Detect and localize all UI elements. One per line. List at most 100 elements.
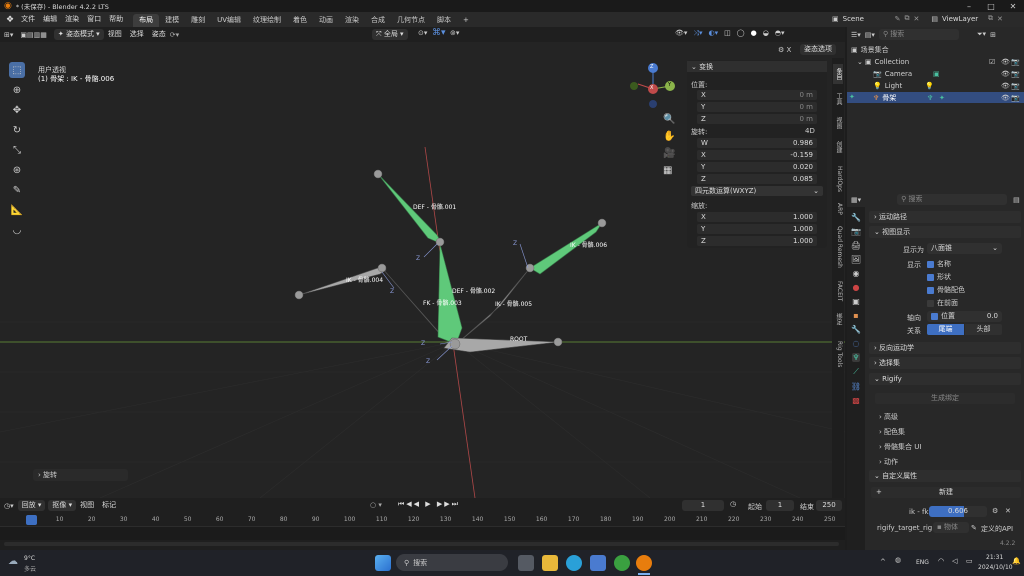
tab-view[interactable]: 视图 [833,114,843,132]
move-icon[interactable]: ✥ [9,102,25,118]
panel-menu-icon[interactable]: ▤ [1013,196,1020,204]
delete-layer-icon[interactable]: ✕ [997,15,1003,23]
select-mode-icons[interactable]: ▣▤▥▦ [17,31,49,39]
input-language[interactable]: ENG [916,559,929,566]
proportional-icon[interactable]: ⊚▾ [450,29,459,37]
scale-z-field[interactable]: Z 1.000 [697,236,817,246]
measure-icon[interactable]: 📐 [9,202,25,218]
close-icon[interactable]: ✕ [1005,507,1011,515]
render-tab-icon[interactable]: 📷 [851,227,861,236]
camera-view-icon[interactable]: 🎥 [663,148,675,159]
show-shape-checkbox[interactable]: 形状 [927,272,951,282]
rotation-mode-dropdown[interactable]: 四元数运算(WXYZ) ⌄ [691,186,823,196]
wifi-icon[interactable]: ◠ [938,557,944,565]
rotation-4d-lock[interactable]: 4D [805,127,815,135]
delete-scene-icon[interactable]: ✕ [914,15,920,23]
add-workspace-button[interactable]: + [457,14,475,27]
overlay-icon[interactable]: ◐▾ [709,29,719,38]
location-y-field[interactable]: Y 0 m [697,102,817,112]
panel-viewport-display[interactable]: ⌄ 视图显示 [869,226,1021,238]
tab-texture-paint[interactable]: 纹理绘制 [247,14,287,27]
tab-rigging[interactable]: 绑定 [833,310,843,328]
copy-layer-icon[interactable]: ⧉ [988,14,993,23]
gizmo-icon[interactable]: ⤨▾ [693,29,702,38]
tab-animation[interactable]: 动画 [313,14,339,27]
minimize-button[interactable]: – [958,0,980,12]
outliner-search[interactable]: ⚲ 搜索 [878,29,959,40]
close-button[interactable]: ✕ [1002,0,1024,12]
volume-icon[interactable]: ◁ [952,557,957,565]
relax-icon[interactable]: ◡ [9,222,25,238]
camera-render-icon[interactable]: 📷 [1011,58,1020,66]
visibility-icon[interactable]: 👁▾ [675,29,687,38]
tab-faceit[interactable]: FACEIT [833,276,843,306]
tab-modeling[interactable]: 建模 [159,14,185,27]
rotation-w-field[interactable]: W 0.986 [697,138,817,148]
scale-icon[interactable]: ⤡ [9,142,25,158]
playback-controls[interactable]: ⏮◀◀ ▶ ▶▶⏭ [398,500,460,509]
material-shading-icon[interactable]: ◒ [763,29,769,38]
eye-icon[interactable]: 👁 [1001,70,1010,78]
rotation-y-field[interactable]: Y 0.020 [697,162,817,172]
clock-time[interactable]: 21:31 [986,554,1003,561]
menu-window[interactable]: 窗口 [83,12,105,27]
properties-editor-icon[interactable]: ▦▾ [851,196,861,204]
notification-icon[interactable]: 🔔 [1012,557,1021,565]
xray-icon[interactable]: ◫ [724,29,731,38]
new-property-button[interactable]: + 新建 [871,487,1021,498]
camera-render-icon[interactable]: 📷 [1011,94,1020,102]
orientation-dropdown[interactable]: ⤧ 全局 ▾ [372,29,408,40]
panel-motion-paths[interactable]: › 运动路径 [869,211,1021,223]
display-as-dropdown[interactable]: 八面锥 ⌄ [927,243,1002,254]
scene-name[interactable]: Scene [843,15,891,23]
menu-render[interactable]: 渲染 [61,12,83,27]
xbox-icon[interactable] [614,555,630,571]
store-icon[interactable] [590,555,606,571]
view-layer-tab-icon[interactable]: 🖼 [851,255,861,264]
timeline-scrollbar[interactable] [4,542,839,546]
tab-geometry-nodes[interactable]: 几何节点 [391,14,431,27]
outliner-row-armature[interactable]: ♆ 骨架 ♆ ✦ 👁 📷 [847,92,1024,103]
wireframe-shading-icon[interactable]: ◯ [737,29,745,38]
menu-edit[interactable]: 编辑 [39,12,61,27]
rotation-x-field[interactable]: X -0.159 [697,150,817,160]
collection-tab-icon[interactable]: ▣ [852,297,860,306]
pivot-icon[interactable]: ⊙▾ [418,29,427,37]
view-layer-name[interactable]: ViewLayer [942,15,984,23]
keying-menu[interactable]: 抠像 ▾ [48,500,77,511]
current-frame-field[interactable]: 1 [682,500,724,511]
scale-y-field[interactable]: Y 1.000 [697,224,817,234]
end-frame-field[interactable]: 250 [816,500,842,511]
axes-position-field[interactable]: 位置 0.0 [927,311,1002,322]
subpanel-advanced[interactable]: › 高级 [879,412,898,422]
camera-render-icon[interactable]: 📷 [1011,70,1020,78]
panel-custom-properties[interactable]: ⌄ 自定义属性 [869,470,1021,482]
outliner-editor-icon[interactable]: ☰▾ [851,31,861,39]
outliner-row-scene-collection[interactable]: ▣ 场景集合 [851,44,1021,55]
mode-dropdown[interactable]: ✦ 姿态模式 ▾ [53,29,104,40]
tab-shading[interactable]: 着色 [287,14,313,27]
outliner-mode-icon[interactable]: ▤▾ [865,31,875,39]
weather-icon[interactable]: ☁ [8,556,18,567]
world-tab-icon[interactable]: ● [853,283,860,292]
pose-options-icon[interactable]: ⚙ X [778,46,791,54]
record-icon[interactable]: ○ ▾ [370,501,382,509]
last-operator-panel[interactable]: › 旋转 [33,469,128,481]
tab-layout[interactable]: 布局 [133,13,160,27]
outliner-row-light[interactable]: 💡 Light 💡 👁 📷 [851,80,1021,91]
cursor-icon[interactable]: ⊕ [9,82,25,98]
menu-help[interactable]: 帮助 [105,12,127,27]
output-tab-icon[interactable]: 🖨 [851,241,861,250]
object-tab-icon[interactable]: ▪ [853,311,858,320]
armature[interactable] [294,169,607,361]
location-x-field[interactable]: X 0 m [697,90,817,100]
annotate-icon[interactable]: ✎ [9,182,25,198]
subpanel-bone-collection-ui[interactable]: › 骨骼集合 UI [879,442,921,452]
file-explorer-icon[interactable] [542,555,558,571]
outliner-row-collection[interactable]: ⌄ ▣ Collection ☑ 👁 📷 [851,56,1021,67]
tab-compositing[interactable]: 合成 [365,14,391,27]
tool-tab-icon[interactable]: 🔧 [851,213,861,222]
gear-icon[interactable]: ⚙ [992,507,998,515]
tab-rig-tools[interactable]: Rig Tools [833,334,843,374]
menu-file[interactable]: 文件 [17,12,39,27]
